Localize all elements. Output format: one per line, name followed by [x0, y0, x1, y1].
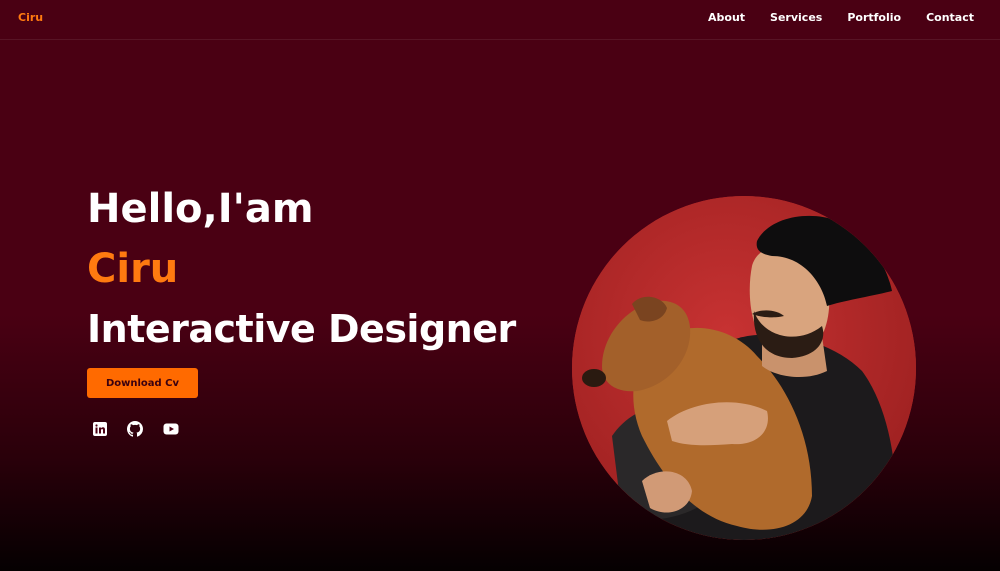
- linkedin-icon[interactable]: [92, 421, 108, 437]
- hero-name: Ciru: [87, 246, 179, 292]
- portrait-photo: [572, 196, 916, 540]
- download-cv-button[interactable]: Download Cv: [87, 368, 198, 398]
- hero-text: Hello,I'am Ciru Interactive Designer: [87, 185, 516, 353]
- social-links: [92, 421, 180, 437]
- hero-role: Interactive Designer: [87, 307, 516, 351]
- portrait-illustration: [572, 196, 916, 540]
- nav-link-contact[interactable]: Contact: [926, 11, 974, 24]
- nav-link-about[interactable]: About: [708, 11, 745, 24]
- youtube-icon[interactable]: [162, 421, 180, 437]
- nav-links: About Services Portfolio Contact: [683, 11, 974, 24]
- github-icon[interactable]: [127, 421, 143, 437]
- hero-greeting: Hello,I'am: [87, 186, 314, 232]
- logo[interactable]: Ciru: [18, 11, 43, 24]
- nav-link-portfolio[interactable]: Portfolio: [847, 11, 901, 24]
- nav-link-services[interactable]: Services: [770, 11, 822, 24]
- navbar: Ciru About Services Portfolio Contact: [0, 0, 1000, 40]
